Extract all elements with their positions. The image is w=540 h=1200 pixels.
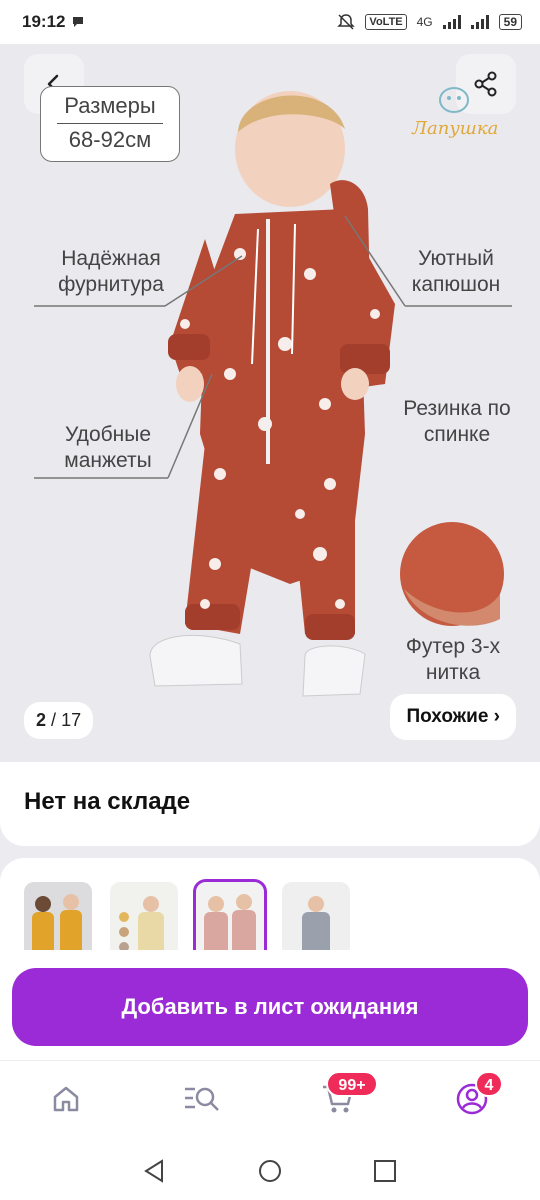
system-back-icon[interactable]: [142, 1158, 168, 1184]
sizes-value: 68-92см: [68, 127, 152, 152]
counter-total: 17: [61, 710, 82, 730]
status-time: 19:12: [22, 12, 66, 31]
add-to-waitlist-button[interactable]: Добавить в лист ожидания: [12, 968, 528, 1046]
callout-fabric: Футер 3-х нитка: [405, 635, 501, 684]
sizes-label: Размеры: [64, 93, 156, 118]
similar-button[interactable]: Похожие ›: [390, 694, 516, 740]
brand-logo-text: Лапушка: [412, 118, 499, 139]
cart-badge: 99+: [326, 1071, 378, 1097]
counter-separator: /: [51, 710, 57, 730]
profile-badge: 4: [475, 1071, 503, 1097]
callout-hood: Уютный капюшон: [411, 247, 501, 296]
nav-catalog[interactable]: [182, 1079, 222, 1119]
divider: [57, 123, 163, 124]
catalog-search-icon: [185, 1087, 219, 1111]
brand-logo: Лапушка: [404, 82, 504, 142]
nav-home[interactable]: [46, 1079, 86, 1119]
brand-logo-icon: [439, 87, 469, 113]
stock-status: Нет на складе: [24, 788, 191, 815]
callout-elastic: Резинка по спинке: [403, 397, 511, 446]
system-home-icon[interactable]: [257, 1158, 283, 1184]
mute-bell-icon: [337, 14, 356, 30]
callout-hardware: Надёжная фурнитура: [58, 247, 164, 296]
bottom-nav: [0, 1060, 540, 1142]
stock-card: Нет на складе: [0, 762, 540, 846]
status-bar: 19:12 VoLTE 4G 59: [0, 0, 540, 44]
signal-icon-2: [470, 15, 489, 29]
counter-current: 2: [36, 710, 47, 730]
system-nav-bar: [0, 1142, 540, 1200]
product-image[interactable]: Размеры 68-92см Лапушка Надёжная фурниту…: [0, 44, 540, 762]
signal-icon: [442, 15, 461, 29]
image-counter: 2 / 17: [24, 702, 94, 739]
callout-cuffs: Удобные манжеты: [64, 423, 152, 472]
network-type: 4G: [416, 15, 433, 29]
sizes-badge: Размеры 68-92см: [40, 86, 180, 162]
system-recents-icon[interactable]: [372, 1158, 398, 1184]
home-icon: [53, 1086, 79, 1112]
message-icon: [73, 17, 84, 27]
battery-level: 59: [498, 14, 522, 30]
volte-indicator: VoLTE: [365, 14, 407, 30]
